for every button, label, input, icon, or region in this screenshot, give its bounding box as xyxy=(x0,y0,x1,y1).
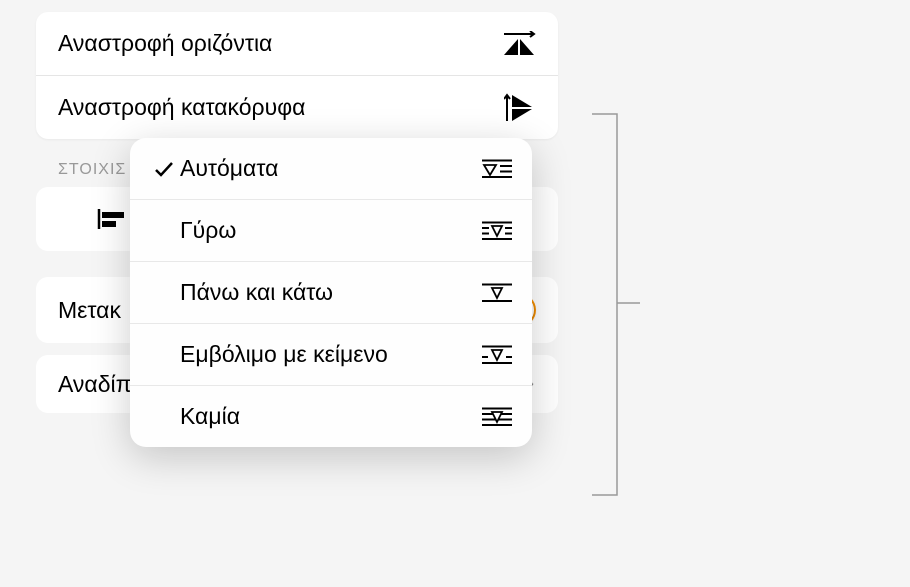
wrap-popup-menu: Αυτόματα Γύρω xyxy=(130,138,532,447)
wrap-around-icon xyxy=(476,220,512,242)
align-left-icon xyxy=(97,207,127,231)
popup-item-label: Καμία xyxy=(180,403,476,430)
popup-item-label: Γύρω xyxy=(180,217,476,244)
flip-group: Αναστροφή οριζόντια Αναστροφή κατακόρυφα xyxy=(36,12,558,139)
flip-vertical-row[interactable]: Αναστροφή κατακόρυφα xyxy=(36,75,558,139)
flip-vertical-label: Αναστροφή κατακόρυφα xyxy=(58,94,305,121)
popup-item-label: Αυτόματα xyxy=(180,155,476,182)
move-label: Μετακ xyxy=(58,297,121,324)
flip-vertical-icon xyxy=(502,96,536,120)
wrap-none-icon xyxy=(476,406,512,428)
wrap-option-auto[interactable]: Αυτόματα xyxy=(130,138,532,199)
flip-horizontal-row[interactable]: Αναστροφή οριζόντια xyxy=(36,12,558,75)
wrap-option-none[interactable]: Καμία xyxy=(130,385,532,447)
wrap-auto-icon xyxy=(476,158,512,180)
callout-bracket xyxy=(592,113,642,496)
wrap-option-topbottom[interactable]: Πάνω και κάτω xyxy=(130,261,532,323)
wrap-option-inline[interactable]: Εμβόλιμο με κείμενο xyxy=(130,323,532,385)
popup-item-label: Εμβόλιμο με κείμενο xyxy=(180,341,476,368)
wrap-option-around[interactable]: Γύρω xyxy=(130,199,532,261)
wrap-topbottom-icon xyxy=(476,282,512,304)
checkmark-icon xyxy=(148,160,180,178)
flip-horizontal-icon xyxy=(502,32,536,56)
wrap-inline-icon xyxy=(476,344,512,366)
popup-item-label: Πάνω και κάτω xyxy=(180,279,476,306)
flip-horizontal-label: Αναστροφή οριζόντια xyxy=(58,30,272,57)
